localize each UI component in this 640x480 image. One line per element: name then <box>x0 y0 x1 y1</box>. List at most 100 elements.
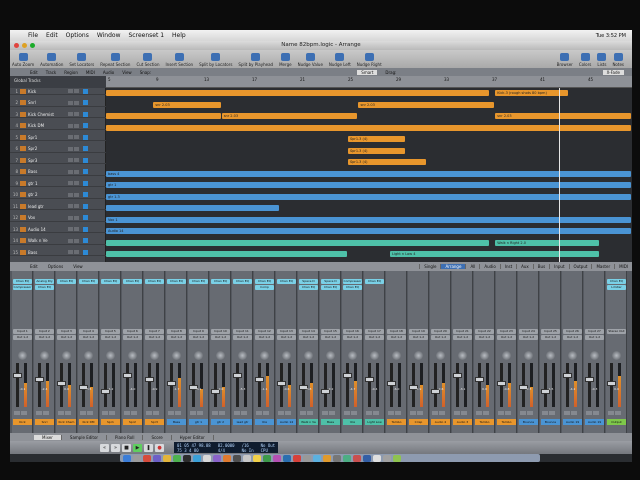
solo-button[interactable] <box>175 411 181 415</box>
solo-button[interactable] <box>439 411 445 415</box>
track-name[interactable]: Vox <box>28 215 68 220</box>
plugin-slot[interactable]: Chan EQ <box>189 279 208 284</box>
track-header[interactable]: 15 Bass <box>10 249 106 256</box>
mute-button[interactable] <box>68 135 73 139</box>
record-enable-button[interactable] <box>83 180 88 186</box>
volume-fader-cap[interactable] <box>35 377 44 382</box>
mute-button[interactable] <box>68 89 73 93</box>
arrange-menu-midi[interactable]: MIDI <box>86 70 95 75</box>
track-name[interactable]: Snrl <box>28 100 68 105</box>
dock-app-icon[interactable] <box>213 454 221 462</box>
io-slot[interactable]: Out 1-2 <box>233 335 252 340</box>
audio-region[interactable]: snr 2.03 <box>153 101 221 108</box>
toolbar-button-split-by-playhead[interactable]: Split by Playhead <box>238 53 273 67</box>
solo-button[interactable] <box>74 112 79 116</box>
dock-app-icon[interactable] <box>123 454 131 462</box>
volume-fader-track[interactable] <box>104 363 107 407</box>
mute-button[interactable] <box>608 411 614 415</box>
dock-app-icon[interactable] <box>233 454 241 462</box>
track-name[interactable]: gtr 2 <box>28 192 68 197</box>
volume-fader-cap[interactable] <box>585 377 594 382</box>
volume-fader-cap[interactable] <box>167 381 176 386</box>
volume-fader-track[interactable] <box>38 363 41 407</box>
snap-select[interactable]: Smart <box>357 69 378 75</box>
audio-region[interactable] <box>106 113 221 119</box>
pan-knob[interactable] <box>40 351 49 360</box>
io-slot[interactable]: Out 1-2 <box>299 335 318 340</box>
io-slot[interactable]: Stereo Out <box>607 329 626 334</box>
mixer-menu-options[interactable]: Options <box>48 264 63 269</box>
dock-app-icon[interactable] <box>193 454 201 462</box>
dock-app-icon[interactable] <box>253 454 261 462</box>
plugin-slot[interactable]: Compressor <box>343 279 362 284</box>
mute-button[interactable] <box>564 411 570 415</box>
channel-name[interactable]: Output <box>607 419 626 425</box>
pan-knob[interactable] <box>348 351 357 360</box>
io-slot[interactable]: Input 18 <box>387 329 406 334</box>
channel-name[interactable]: Audio 19 <box>585 419 604 425</box>
volume-fader-cap[interactable] <box>475 377 484 382</box>
solo-button[interactable] <box>74 204 79 208</box>
mute-button[interactable] <box>80 411 86 415</box>
mixer-filter-master[interactable]: Master <box>591 264 614 269</box>
mixer-filter-inst[interactable]: Inst <box>499 264 516 269</box>
zoom-window-icon[interactable] <box>30 43 35 48</box>
track-header[interactable]: 9 gtr 1 <box>10 180 106 187</box>
dock-app-icon[interactable] <box>223 454 231 462</box>
channel-name[interactable]: gtr 1 <box>189 419 208 425</box>
channel-name[interactable]: Kick Chem <box>57 419 76 425</box>
channel-name[interactable]: Crisp <box>409 419 428 425</box>
solo-button[interactable] <box>74 89 79 93</box>
plugin-slot[interactable]: Chan EQ <box>233 279 252 284</box>
mute-button[interactable] <box>146 411 152 415</box>
toolbar-button-cut-section[interactable]: Cut Section <box>136 53 159 67</box>
plugin-slot[interactable]: Chan EQ <box>79 279 98 284</box>
channel-name[interactable]: Audio 4 <box>431 419 450 425</box>
io-slot[interactable]: Input 4 <box>79 329 98 334</box>
pan-knob[interactable] <box>612 351 621 360</box>
io-slot[interactable]: Out 1-2 <box>57 335 76 340</box>
plugin-slot[interactable]: Chan EQ <box>35 285 54 290</box>
solo-button[interactable] <box>527 411 533 415</box>
io-slot[interactable]: Out 1-2 <box>167 335 186 340</box>
io-slot[interactable]: Out 1-2 <box>365 335 384 340</box>
channel-name[interactable]: Bass <box>167 419 186 425</box>
io-slot[interactable]: Out 1-2 <box>321 335 340 340</box>
track-lanes[interactable]: Kick.3 (rough shots 80 bpm) snr 2.03 snr 2… <box>106 88 632 262</box>
pan-knob[interactable] <box>62 351 71 360</box>
toolbar-button-nudge-right[interactable]: Nudge Right <box>357 53 382 67</box>
mute-button[interactable] <box>586 411 592 415</box>
audio-region[interactable] <box>106 90 489 96</box>
solo-button[interactable] <box>74 227 79 231</box>
mute-button[interactable] <box>68 112 73 116</box>
playhead-line[interactable] <box>559 88 560 262</box>
mute-button[interactable] <box>68 192 73 197</box>
menu-edit[interactable]: Edit <box>42 32 62 39</box>
mute-button[interactable] <box>68 169 73 174</box>
channel-name[interactable]: Audio 19 <box>563 419 582 425</box>
dock-app-icon[interactable] <box>143 454 151 462</box>
pan-knob[interactable] <box>194 351 203 360</box>
mute-button[interactable] <box>14 411 20 415</box>
pan-knob[interactable] <box>568 351 577 360</box>
menu-window[interactable]: Window <box>93 32 125 39</box>
stop-icon[interactable]: ■ <box>122 443 131 452</box>
audio-region[interactable] <box>106 251 347 257</box>
mute-button[interactable] <box>234 411 240 415</box>
solo-button[interactable] <box>417 411 423 415</box>
minimize-window-icon[interactable] <box>22 43 27 48</box>
audio-region[interactable]: Kick.3 (rough shots 80 bpm) <box>495 90 568 96</box>
record-enable-button[interactable] <box>83 100 88 105</box>
arrange-menu-track[interactable]: Track <box>46 70 56 75</box>
dock-app-icon[interactable] <box>163 454 171 462</box>
io-slot[interactable]: Out 1-2 <box>585 335 604 340</box>
io-slot[interactable]: Out 1-2 <box>145 335 164 340</box>
track-name[interactable]: Bass <box>28 250 68 255</box>
tab-hyper-editor[interactable]: Hyper Editor <box>172 434 214 440</box>
io-slot[interactable]: Input 19 <box>409 329 428 334</box>
solo-button[interactable] <box>351 411 357 415</box>
audio-region[interactable]: Spr1.3 (4) <box>347 147 405 154</box>
toolbar-button-colors[interactable]: Colors <box>579 53 591 67</box>
channel-name[interactable]: Spr2 <box>123 419 142 425</box>
channel-name[interactable]: Light Low <box>365 419 384 425</box>
